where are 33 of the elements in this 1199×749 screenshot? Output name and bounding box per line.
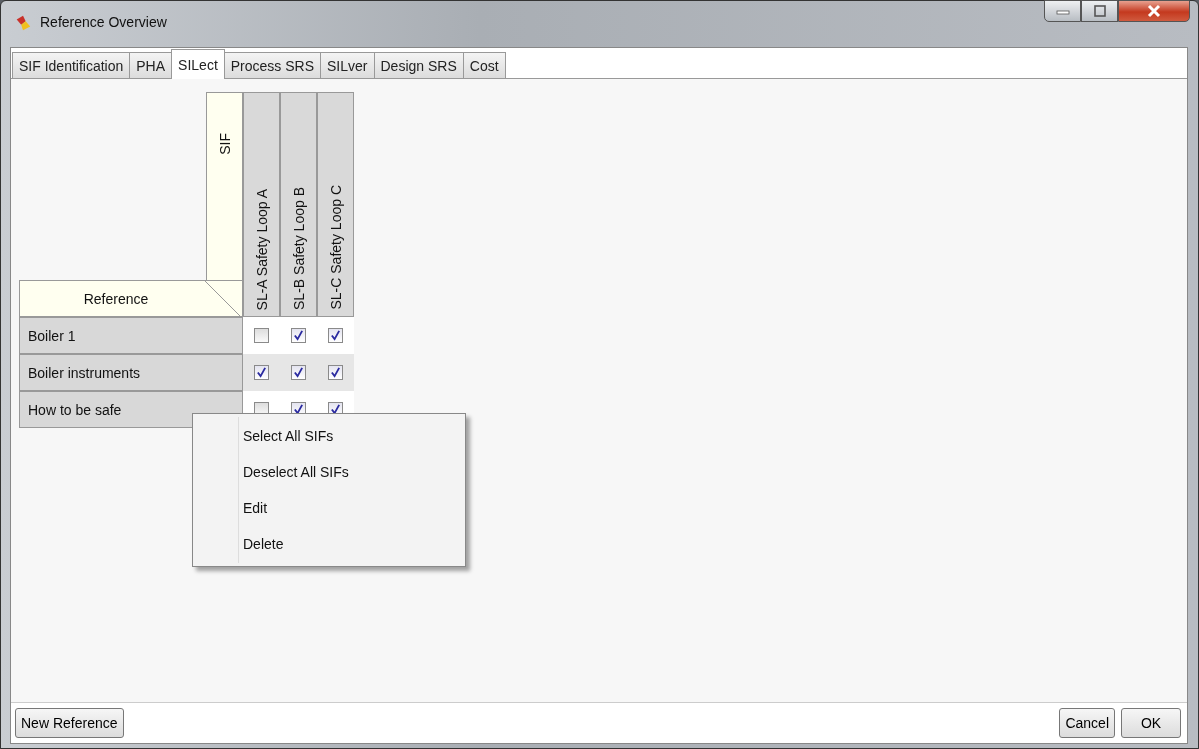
row-group-header: Reference — [19, 280, 243, 317]
menu-item[interactable]: Deselect All SIFs — [193, 454, 465, 490]
column-group-header: SIF — [206, 92, 243, 280]
checkbox[interactable] — [291, 365, 306, 380]
tab[interactable]: SILect — [171, 49, 225, 79]
ok-button[interactable]: OK — [1121, 708, 1181, 738]
tab[interactable]: SILver — [320, 52, 375, 78]
window-title: Reference Overview — [40, 14, 167, 30]
checkbox[interactable] — [254, 365, 269, 380]
tab[interactable]: PHA — [129, 52, 173, 78]
tab[interactable]: Design SRS — [373, 52, 464, 78]
checkbox[interactable] — [291, 328, 306, 343]
tab[interactable]: Cost — [462, 52, 506, 78]
app-logo-icon — [14, 14, 32, 32]
tab[interactable]: SIF Identification — [12, 52, 131, 78]
column-header: SL-B Safety Loop B — [280, 92, 317, 317]
new-reference-button[interactable]: New Reference — [15, 708, 124, 738]
checkbox[interactable] — [254, 328, 269, 343]
menu-item[interactable]: Delete — [193, 526, 465, 562]
minimize-button[interactable] — [1044, 0, 1081, 22]
row-header: Boiler instruments — [19, 354, 243, 391]
checkbox[interactable] — [328, 328, 343, 343]
maximize-button[interactable] — [1081, 0, 1118, 22]
column-header: SL-A Safety Loop A — [243, 92, 280, 317]
checkbox[interactable] — [328, 365, 343, 380]
column-header: SL-C Safety Loop C — [317, 92, 354, 317]
close-button[interactable] — [1118, 0, 1190, 22]
row-header: Boiler 1 — [19, 317, 243, 354]
cancel-button[interactable]: Cancel — [1059, 708, 1115, 738]
menu-item[interactable]: Edit — [193, 490, 465, 526]
tab[interactable]: Process SRS — [223, 52, 322, 78]
diagonal-line — [205, 281, 242, 318]
row-header: How to be safe — [19, 391, 243, 428]
